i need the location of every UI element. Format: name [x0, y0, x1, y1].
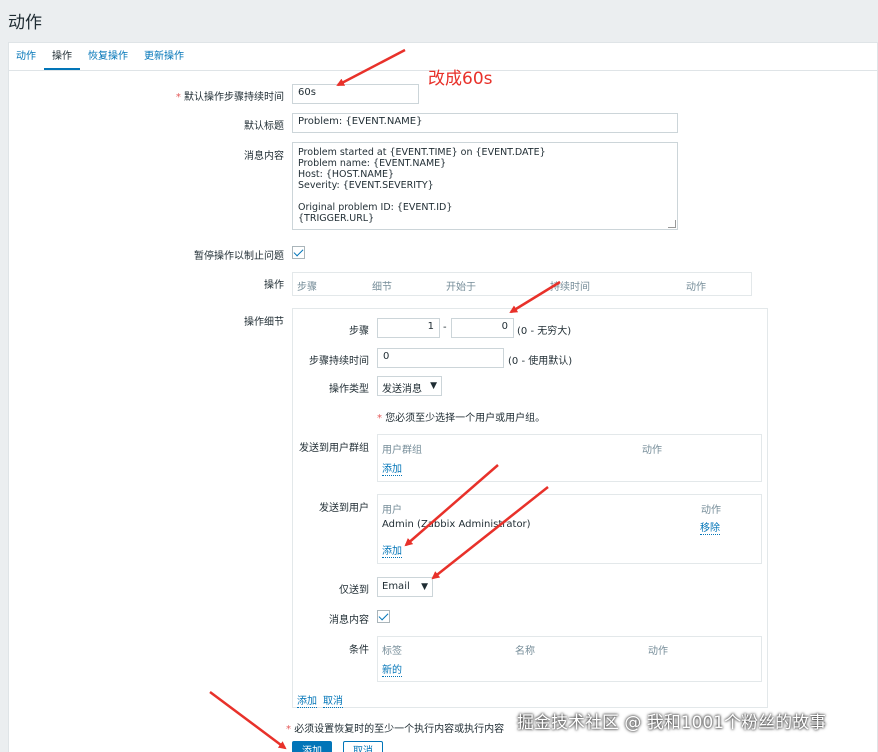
chevron-down-icon: ▼ — [421, 582, 428, 592]
conditions-col-action: 动作 — [648, 646, 668, 657]
operation-type-value: 发送消息 — [382, 384, 422, 395]
user-row-name: Admin (Zabbix Administrator) — [382, 519, 531, 530]
tab-operations[interactable]: 操作 — [44, 50, 80, 70]
step-duration-hint: (0 - 使用默认) — [508, 356, 573, 367]
operations-col-duration: 持续时间 — [550, 282, 590, 293]
cancel-operation-link[interactable]: 取消 — [323, 692, 343, 708]
send-only-to-value: Email — [382, 581, 410, 592]
user-groups-col-action: 动作 — [642, 445, 662, 456]
steps-label: 步骤 — [349, 326, 369, 337]
operations-table — [292, 272, 752, 296]
users-label: 发送到用户 — [319, 503, 369, 514]
conditions-label: 条件 — [349, 645, 369, 656]
page-title: 动作 — [8, 13, 42, 33]
default-subject-label: 默认标题 — [244, 121, 284, 132]
default-step-duration-input[interactable]: 60s — [292, 84, 419, 104]
operations-col-details: 细节 — [372, 282, 392, 293]
operations-col-action: 动作 — [686, 282, 706, 293]
op-default-message-checkbox[interactable] — [377, 610, 390, 623]
user-groups-table — [377, 434, 762, 482]
annotation-text: 改成60s — [428, 69, 493, 89]
step-duration-label: 步骤持续时间 — [309, 356, 369, 367]
tab-bar: 动作 操作 恢复操作 更新操作 — [8, 50, 192, 70]
operations-col-step: 步骤 — [297, 282, 317, 293]
new-condition-link[interactable]: 新的 — [382, 661, 402, 677]
send-only-to-select[interactable]: Email ▼ — [377, 577, 433, 597]
tab-action[interactable]: 动作 — [8, 50, 44, 70]
tab-update-operations[interactable]: 更新操作 — [136, 50, 192, 70]
steps-hint: (0 - 无穷大) — [517, 326, 572, 337]
operation-details-label: 操作细节 — [244, 317, 284, 328]
add-user-link[interactable]: 添加 — [382, 542, 402, 558]
default-subject-input[interactable]: Problem: {EVENT.NAME} — [292, 113, 678, 133]
step-from-input[interactable]: 1 — [377, 318, 440, 338]
operations-col-start: 开始于 — [446, 282, 476, 293]
send-only-to-label: 仅送到 — [339, 585, 369, 596]
add-button[interactable]: 添加 — [292, 741, 332, 752]
add-operation-link[interactable]: 添加 — [297, 692, 317, 708]
remove-user-link[interactable]: 移除 — [700, 519, 720, 535]
default-message-text: Problem started at {EVENT.TIME} on {EVEN… — [298, 147, 546, 224]
conditions-table — [377, 636, 762, 682]
operation-type-label: 操作类型 — [329, 384, 369, 395]
resize-handle[interactable] — [668, 220, 676, 228]
default-step-duration-label: * 默认操作步骤持续时间 — [175, 92, 284, 103]
add-user-group-link[interactable]: 添加 — [382, 460, 402, 476]
operation-type-select[interactable]: 发送消息 ▼ — [377, 376, 442, 396]
users-col-user: 用户 — [382, 505, 402, 516]
operations-label: 操作 — [264, 280, 284, 291]
default-message-textarea[interactable]: Problem started at {EVENT.TIME} on {EVEN… — [292, 142, 678, 230]
conditions-col-tag: 标签 — [382, 646, 402, 657]
user-groups-col-group: 用户群组 — [382, 445, 422, 456]
user-groups-label: 发送到用户群组 — [299, 443, 369, 454]
steps-separator: - — [443, 322, 447, 333]
pause-suppressed-label: 暂停操作以制止问题 — [194, 251, 284, 262]
default-message-label: 消息内容 — [244, 151, 284, 162]
required-note: * 您必须至少选择一个用户或用户组。 — [377, 413, 546, 424]
pause-suppressed-checkbox[interactable] — [292, 246, 305, 259]
users-col-action: 动作 — [701, 505, 721, 516]
conditions-col-name: 名称 — [515, 646, 535, 657]
watermark: 掘金技术社区 @ 我和1001个粉丝的故事 — [517, 713, 827, 733]
step-duration-input[interactable]: 0 — [377, 348, 504, 368]
op-default-message-label: 消息内容 — [329, 615, 369, 626]
cancel-button[interactable]: 取消 — [343, 741, 383, 752]
chevron-down-icon: ▼ — [430, 381, 437, 391]
tab-recovery-operations[interactable]: 恢复操作 — [80, 50, 136, 70]
step-to-input[interactable]: 0 — [451, 318, 514, 338]
footer-note: * 必须设置恢复时的至少一个执行内容或执行内容 — [286, 724, 505, 735]
